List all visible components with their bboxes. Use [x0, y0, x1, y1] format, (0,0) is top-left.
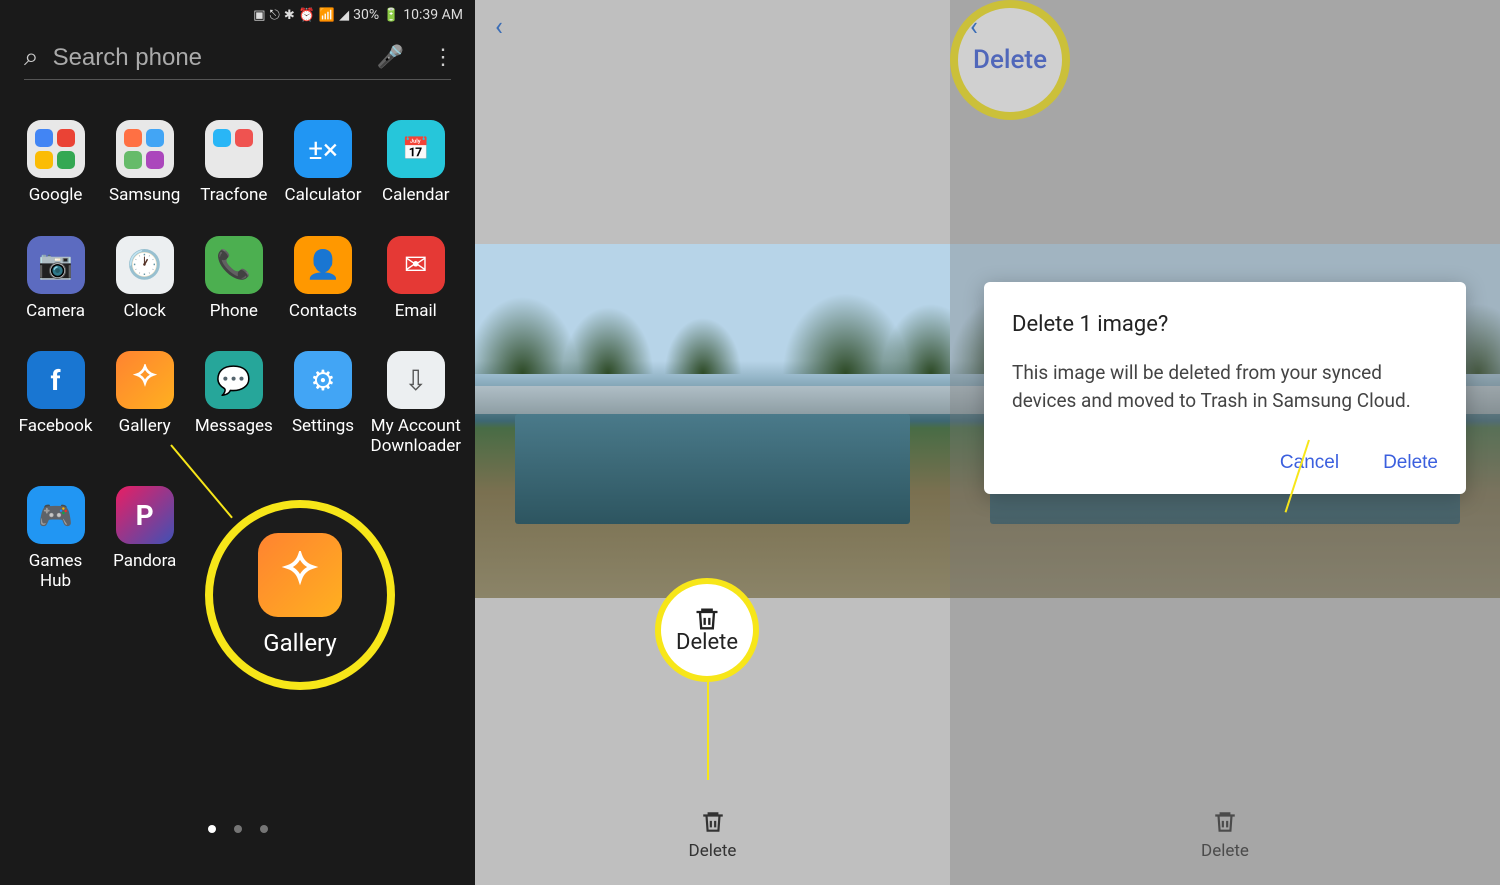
alarm-icon: ⏰	[299, 8, 315, 23]
battery-icon: 🔋	[383, 8, 399, 23]
delete-dialog-screen: ‹ Delete Delete 1 image? This image will…	[950, 0, 1500, 885]
search-input[interactable]	[53, 44, 363, 72]
back-button[interactable]: ‹	[970, 12, 978, 42]
search-bar[interactable]: ⌕ 🎤 ⋮	[24, 42, 451, 80]
app-samsung[interactable]: Samsung	[103, 120, 186, 206]
search-icon: ⌕	[24, 42, 39, 73]
back-button[interactable]: ‹	[495, 12, 503, 42]
battery-percent: 30%	[353, 7, 379, 23]
app-tracfone[interactable]: Tracfone	[192, 120, 275, 206]
app-email[interactable]: ✉ Email	[371, 236, 461, 322]
app-calendar[interactable]: 📅 Calendar	[371, 120, 461, 206]
gallery-icon	[258, 533, 342, 617]
cancel-button[interactable]: Cancel	[1280, 452, 1339, 474]
app-contacts[interactable]: 👤 Contacts	[281, 236, 364, 322]
page-dot-1[interactable]	[208, 825, 216, 833]
status-bar: ▣ ⎋ ✱ ⏰ 📶 ◢ 30% 🔋 10:39 AM	[0, 0, 475, 30]
signal-icon: ◢	[339, 8, 349, 23]
app-phone[interactable]: 📞 Phone	[192, 236, 275, 322]
photo-landscape[interactable]	[475, 244, 950, 598]
confirm-delete-button[interactable]: Delete	[1383, 452, 1438, 474]
app-gallery[interactable]: Gallery	[103, 351, 186, 456]
bottom-toolbar: Delete	[475, 785, 950, 885]
trash-icon[interactable]	[700, 809, 726, 835]
delete-dialog: Delete 1 image? This image will be delet…	[984, 282, 1466, 494]
app-facebook[interactable]: f Facebook	[14, 351, 97, 456]
highlight-gallery: Gallery	[205, 500, 395, 690]
photo-view-screen: ‹ Delete Delete	[475, 0, 950, 885]
app-drawer-screen: ▣ ⎋ ✱ ⏰ 📶 ◢ 30% 🔋 10:39 AM ⌕ 🎤 ⋮ Google …	[0, 0, 475, 885]
page-dot-3[interactable]	[260, 825, 268, 833]
app-pandora[interactable]: P Pandora	[103, 486, 186, 591]
app-camera[interactable]: 📷 Camera	[14, 236, 97, 322]
callout-line	[707, 680, 709, 780]
mic-icon[interactable]: 🎤	[377, 45, 404, 70]
app-settings[interactable]: ⚙ Settings	[281, 351, 364, 456]
status-time: 10:39 AM	[403, 7, 463, 23]
page-indicator	[0, 825, 475, 833]
bluetooth-icon: ✱	[284, 8, 295, 23]
app-google[interactable]: Google	[14, 120, 97, 206]
trash-icon	[693, 605, 721, 633]
page-dot-2[interactable]	[234, 825, 242, 833]
more-icon[interactable]: ⋮	[432, 45, 454, 70]
app-clock[interactable]: 🕐 Clock	[103, 236, 186, 322]
app-downloader[interactable]: ⇩ My Account Downloader	[371, 351, 461, 456]
delete-button[interactable]: Delete	[689, 841, 737, 861]
highlight-delete: Delete	[655, 578, 759, 682]
dialog-body: This image will be deleted from your syn…	[1012, 359, 1438, 414]
cast-icon: ⎋	[270, 8, 280, 23]
app-calculator[interactable]: ±× Calculator	[281, 120, 364, 206]
dialog-title: Delete 1 image?	[1012, 312, 1438, 337]
app-grid: Google Samsung Tracfone ±× Calculator 📅 …	[0, 80, 475, 591]
square-icon: ▣	[253, 8, 265, 23]
wifi-icon: 📶	[319, 8, 335, 23]
app-games-hub[interactable]: 🎮 Games Hub	[14, 486, 97, 591]
app-messages[interactable]: 💬 Messages	[192, 351, 275, 456]
